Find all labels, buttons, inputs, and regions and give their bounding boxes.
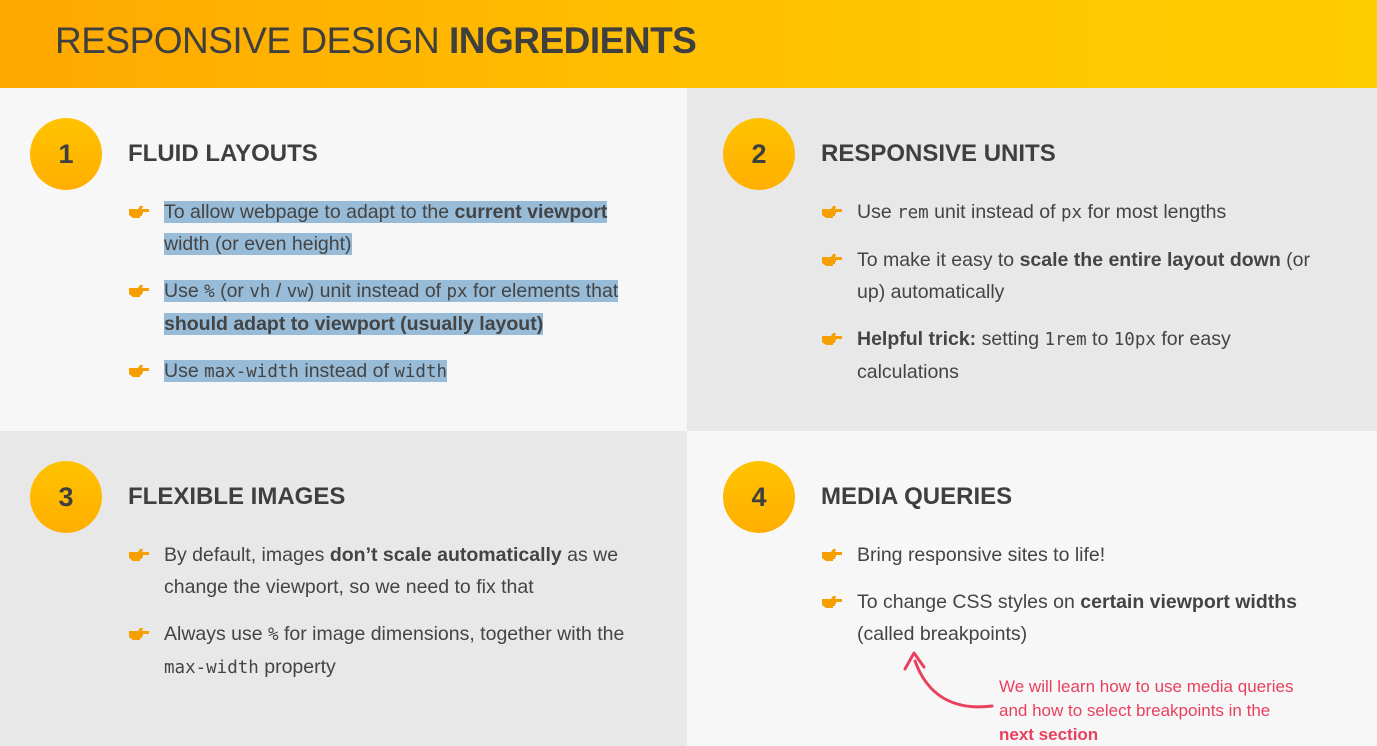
section-number: 2: [723, 118, 795, 190]
section-number: 3: [30, 461, 102, 533]
section-title: FLEXIBLE IMAGES: [128, 483, 346, 510]
header-banner: RESPONSIVE DESIGN INGREDIENTS: [0, 0, 1377, 88]
title-light: RESPONSIVE DESIGN: [55, 20, 449, 61]
list-item[interactable]: By default, images don’t scale automatic…: [128, 539, 628, 603]
pointing-hand-icon: [128, 275, 150, 298]
curved-arrow-icon: [903, 651, 994, 709]
section-title: RESPONSIVE UNITS: [821, 140, 1056, 167]
list-item[interactable]: Helpful trick: setting 1rem to 10px for …: [821, 323, 1331, 388]
section-responsive-units: 2 RESPONSIVE UNITS Use rem unit instead …: [687, 88, 1377, 431]
section-media-queries: 4 MEDIA QUERIES Bring responsive sites t…: [687, 431, 1377, 746]
list-item[interactable]: Bring responsive sites to life!: [821, 539, 1301, 571]
list-item[interactable]: To allow webpage to adapt to the current…: [128, 196, 648, 260]
section-number: 4: [723, 461, 795, 533]
list-item[interactable]: Always use % for image dimensions, toget…: [128, 618, 628, 684]
pointing-hand-icon: [128, 196, 150, 219]
section-title: MEDIA QUERIES: [821, 483, 1013, 510]
section-list: To allow webpage to adapt to the current…: [128, 196, 648, 403]
pointing-hand-icon: [128, 618, 150, 641]
section-title: FLUID LAYOUTS: [128, 140, 318, 167]
pointing-hand-icon: [821, 196, 843, 219]
section-fluid-layouts: 1 FLUID LAYOUTS To allow webpage to adap…: [0, 88, 687, 431]
pointing-hand-icon: [128, 539, 150, 562]
page-title: RESPONSIVE DESIGN INGREDIENTS: [55, 20, 697, 62]
section-number: 1: [30, 118, 102, 190]
list-item[interactable]: Use % (or vh / vw) unit instead of px fo…: [128, 275, 648, 340]
list-item[interactable]: Use rem unit instead of px for most leng…: [821, 196, 1331, 229]
section-list: Use rem unit instead of px for most leng…: [821, 196, 1331, 403]
section-flexible-images: 3 FLEXIBLE IMAGES By default, images don…: [0, 431, 687, 746]
title-bold: INGREDIENTS: [449, 20, 697, 61]
list-item[interactable]: Use max-width instead of width: [128, 355, 648, 388]
section-list: By default, images don’t scale automatic…: [128, 539, 628, 699]
pointing-hand-icon: [821, 586, 843, 609]
list-item[interactable]: To change CSS styles on certain viewport…: [821, 586, 1301, 650]
section-list: Bring responsive sites to life! To chang…: [821, 539, 1301, 665]
pointing-hand-icon: [821, 539, 843, 562]
annotation-note: We will learn how to use media queries a…: [999, 677, 1294, 744]
pointing-hand-icon: [128, 355, 150, 378]
list-item[interactable]: To make it easy to scale the entire layo…: [821, 244, 1331, 308]
pointing-hand-icon: [821, 323, 843, 346]
pointing-hand-icon: [821, 244, 843, 267]
